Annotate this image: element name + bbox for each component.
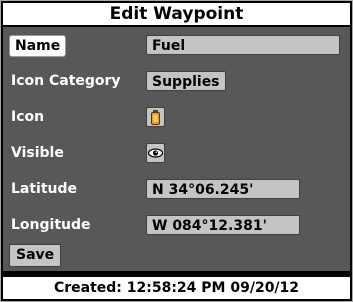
dialog-title: Edit Waypoint bbox=[3, 3, 350, 25]
icon-label[interactable]: Icon bbox=[11, 99, 44, 135]
name-label[interactable]: Name bbox=[9, 35, 67, 57]
waypoint-form: Name Fuel Icon Category Supplies Icon Vi… bbox=[3, 27, 350, 271]
eye-icon bbox=[147, 148, 164, 158]
fuel-can-icon bbox=[151, 110, 160, 125]
visible-row: Visible bbox=[3, 135, 350, 171]
edit-waypoint-dialog: Edit Waypoint Name Fuel Icon Category Su… bbox=[0, 0, 353, 302]
icon-category-field[interactable]: Supplies bbox=[146, 71, 226, 91]
visible-label[interactable]: Visible bbox=[11, 135, 64, 171]
latitude-field[interactable]: N 34°06.245' bbox=[146, 179, 300, 199]
icon-selector[interactable] bbox=[146, 107, 165, 127]
icon-category-row: Icon Category Supplies bbox=[3, 63, 350, 99]
visible-toggle[interactable] bbox=[146, 143, 165, 163]
name-row: Name Fuel bbox=[3, 27, 350, 63]
icon-row: Icon bbox=[3, 99, 350, 135]
name-field[interactable]: Fuel bbox=[146, 35, 340, 55]
latitude-row: Latitude N 34°06.245' bbox=[3, 171, 350, 207]
icon-category-label[interactable]: Icon Category bbox=[11, 63, 121, 99]
longitude-row: Longitude W 084°12.381' bbox=[3, 207, 350, 243]
save-button[interactable]: Save bbox=[9, 244, 62, 267]
longitude-label[interactable]: Longitude bbox=[11, 207, 91, 243]
latitude-label[interactable]: Latitude bbox=[11, 171, 77, 207]
longitude-field[interactable]: W 084°12.381' bbox=[146, 215, 300, 235]
created-timestamp: Created: 12:58:24 PM 09/20/12 bbox=[3, 277, 350, 299]
